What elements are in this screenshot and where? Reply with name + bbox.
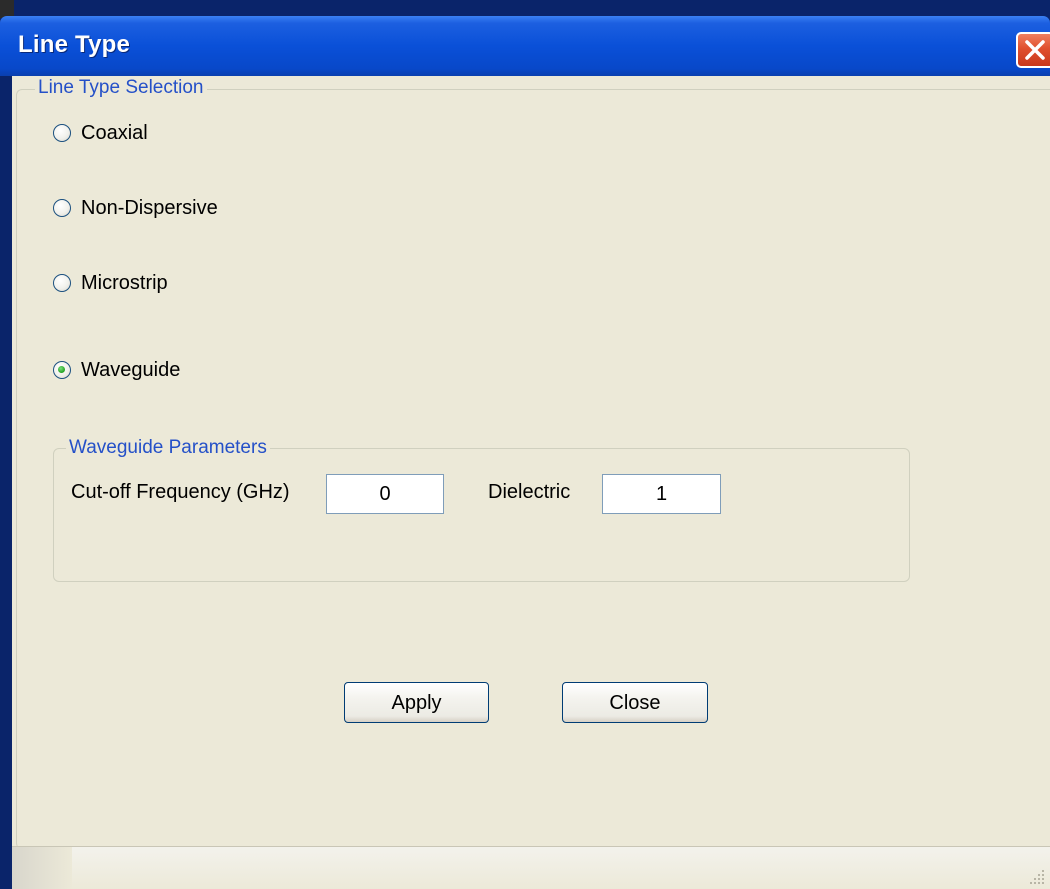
window-title: Line Type [18,31,131,58]
radio-microstrip[interactable]: Microstrip [53,270,168,296]
cutoff-frequency-label: Cut-off Frequency (GHz) [71,481,290,503]
radio-button-checked[interactable] [53,361,71,379]
cutoff-frequency-input[interactable] [326,474,444,514]
dielectric-input[interactable] [602,474,721,514]
title-bar[interactable]: Line Type [0,16,1050,76]
radio-non-dispersive[interactable]: Non-Dispersive [53,195,218,221]
waveguide-parameters-legend: Waveguide Parameters [66,437,270,459]
radio-label-non-dispersive: Non-Dispersive [81,196,218,219]
waveguide-parameters-group [53,448,910,582]
close-window-button[interactable] [1016,32,1050,68]
line-type-selection-legend: Line Type Selection [35,77,207,99]
apply-button[interactable]: Apply [344,682,489,723]
line-type-window: Line Type Line Type Selection Coaxial No… [0,0,1050,889]
close-icon [1025,40,1045,60]
radio-coaxial[interactable]: Coaxial [53,120,148,146]
dielectric-label: Dielectric [488,481,571,503]
radio-label-microstrip: Microstrip [81,271,168,294]
radio-button[interactable] [53,199,71,217]
radio-button[interactable] [53,274,71,292]
status-bar-panel [12,847,72,889]
radio-label-coaxial: Coaxial [81,121,148,144]
radio-label-waveguide: Waveguide [81,358,181,381]
status-bar [12,846,1050,889]
radio-waveguide[interactable]: Waveguide [53,357,180,383]
resize-grip-icon[interactable] [1028,868,1046,886]
dialog-client-area: Line Type Selection Coaxial Non-Dispersi… [9,76,1050,889]
radio-button[interactable] [53,124,71,142]
close-button[interactable]: Close [562,682,708,723]
